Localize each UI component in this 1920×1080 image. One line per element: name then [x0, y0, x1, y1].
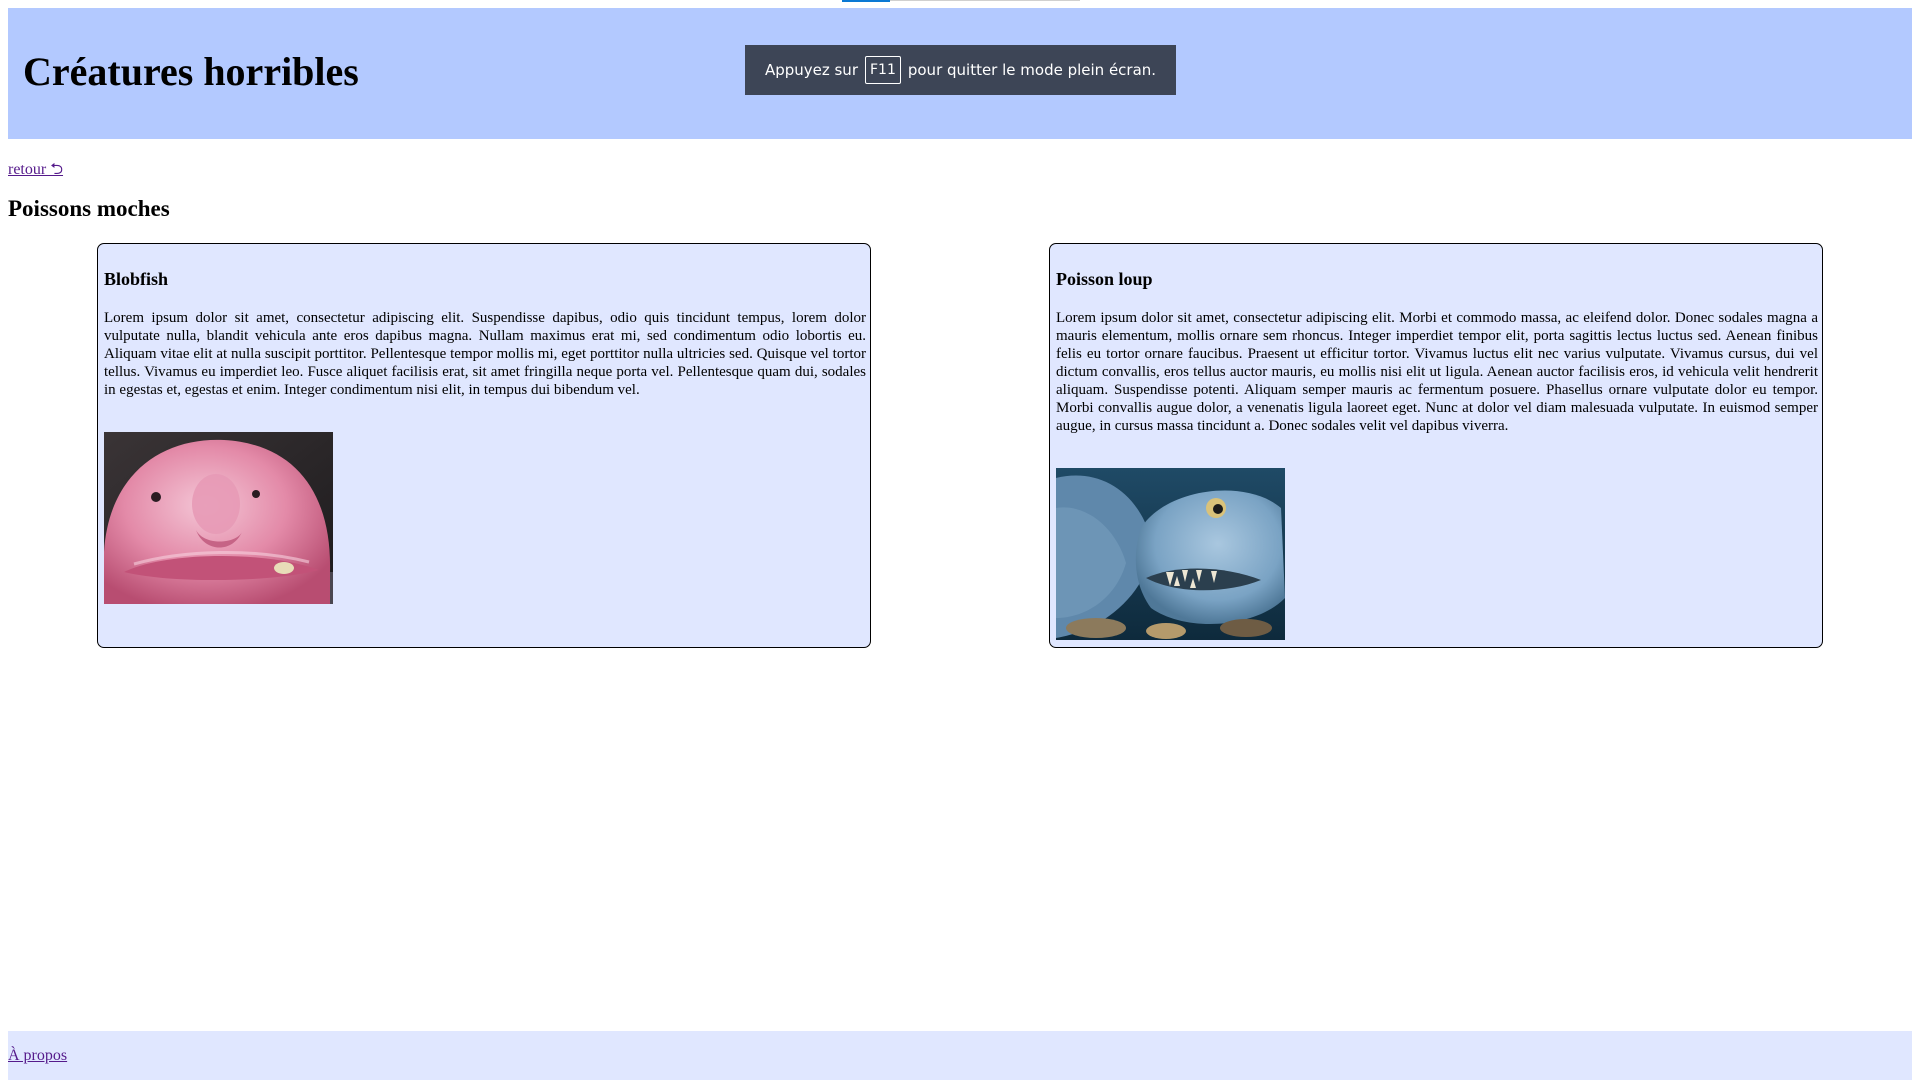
creature-card-wolffish: Poisson loup Lorem ipsum dolor sit amet,… [1049, 243, 1823, 648]
fullscreen-indicator [842, 0, 890, 2]
card-title: Poisson loup [1056, 269, 1153, 289]
card-title: Blobfish [104, 269, 169, 289]
section-title: Poissons moches [8, 196, 170, 221]
card-description: Lorem ipsum dolor sit amet, consectetur … [1056, 310, 1818, 434]
creature-card-blobfish: Blobfish Lorem ipsum dolor sit amet, con… [97, 243, 871, 648]
fullscreen-notice-before: Appuyez sur [764, 61, 858, 79]
wolffish-image [1056, 468, 1285, 640]
fullscreen-notice: Appuyez sur F11 pour quitter le mode ple… [745, 45, 1176, 95]
fullscreen-indicator-track [890, 0, 1080, 1]
fullscreen-notice-after: pour quitter le mode plein écran. [907, 61, 1157, 79]
blobfish-image [104, 432, 333, 604]
about-link[interactable]: À propos [8, 1047, 67, 1065]
page-title: Créatures horribles [23, 49, 359, 94]
back-link[interactable]: retour ⮌ [8, 158, 63, 185]
site-footer: À propos [8, 1031, 1912, 1080]
card-description: Lorem ipsum dolor sit amet, consectetur … [104, 310, 866, 398]
f11-key-badge: F11 [864, 56, 901, 84]
